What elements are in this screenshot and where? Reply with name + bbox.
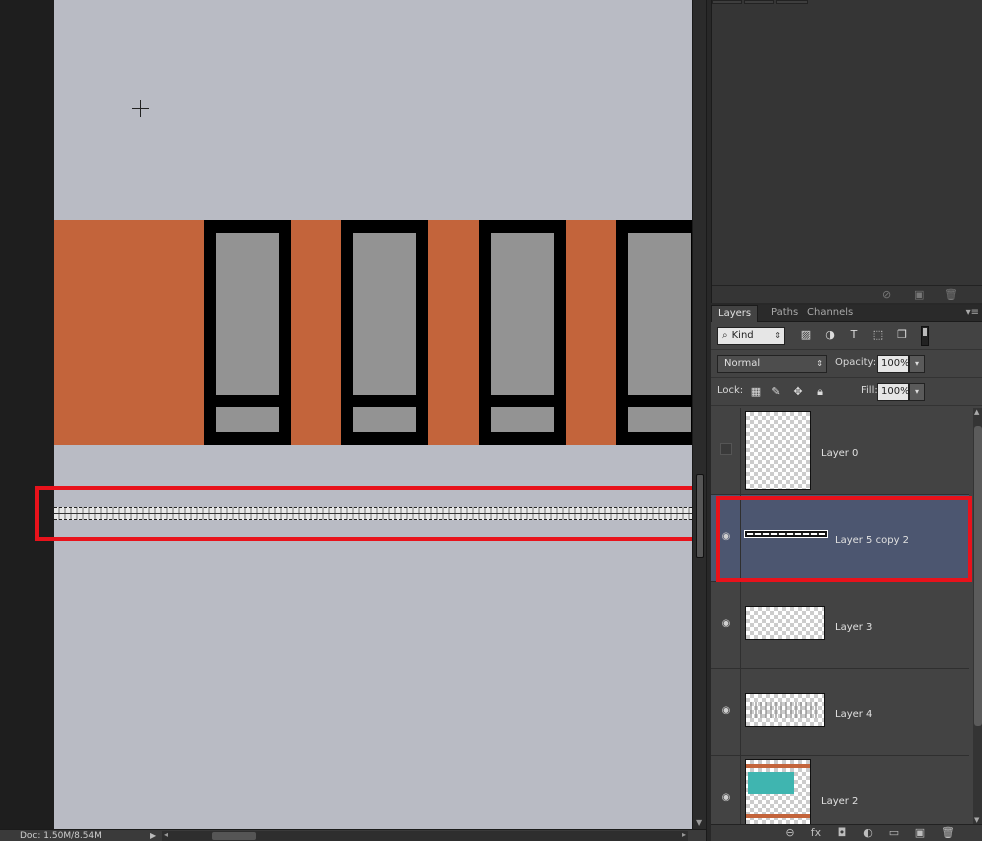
scroll-left-arrow-icon[interactable]: ◂ bbox=[164, 830, 168, 839]
status-menu-arrow-icon[interactable]: ▶ bbox=[150, 830, 156, 841]
opacity-label: Opacity: bbox=[835, 357, 877, 368]
layers-panel: ⌕ Kind ⇕ ▨ ◑ T ⬚ ❐ Normal ⇕ Opacity: 100%… bbox=[711, 322, 982, 841]
layer-thumbnail bbox=[745, 759, 811, 824]
visibility-toggle[interactable]: ◉ bbox=[711, 669, 741, 755]
adjustment-layer-icon[interactable]: ◐ bbox=[861, 826, 875, 840]
search-icon: ⌕ bbox=[722, 330, 728, 341]
chevron-updown-icon: ⇕ bbox=[774, 331, 781, 340]
filter-toggle-switch[interactable] bbox=[921, 326, 929, 346]
layer-name: Layer 3 bbox=[835, 622, 873, 633]
scroll-up-arrow-icon[interactable]: ▲ bbox=[974, 408, 979, 416]
document-canvas[interactable] bbox=[54, 0, 692, 829]
upper-panel: ⊘ ▣ 🗑 bbox=[711, 0, 982, 303]
eye-icon: ◉ bbox=[721, 705, 731, 716]
scroll-down-arrow-icon[interactable]: ▼ bbox=[696, 818, 702, 827]
window-shape bbox=[479, 220, 566, 445]
visibility-off-icon bbox=[720, 443, 732, 455]
window-shape bbox=[616, 220, 692, 445]
layer-thumbnail bbox=[744, 530, 828, 538]
new-group-icon[interactable]: ▭ bbox=[887, 826, 901, 840]
lock-position-icon[interactable]: ✥ bbox=[791, 385, 805, 399]
prohibit-icon[interactable]: ⊘ bbox=[882, 288, 891, 301]
layer-row[interactable]: Layer 0 bbox=[711, 408, 969, 495]
eye-icon: ◉ bbox=[721, 531, 731, 542]
upper-panel-footer: ⊘ ▣ 🗑 bbox=[712, 285, 982, 303]
crosshair-cursor-icon bbox=[132, 100, 149, 117]
tab-paths[interactable]: Paths bbox=[765, 305, 804, 322]
blend-mode-select[interactable]: Normal ⇕ bbox=[717, 355, 827, 373]
smart-object-filter-icon[interactable]: ❐ bbox=[895, 328, 909, 342]
panel-menu-icon[interactable]: ▾≡ bbox=[966, 305, 979, 321]
eye-icon: ◉ bbox=[721, 618, 731, 629]
canvas-gutter bbox=[0, 0, 54, 829]
lock-row: Lock: ▦ ✎ ✥ 🔒︎ Fill: 100% ▾ bbox=[711, 378, 982, 406]
layer-thumbnail bbox=[745, 693, 825, 727]
scroll-right-arrow-icon[interactable]: ▸ bbox=[682, 830, 686, 839]
link-layers-icon[interactable]: ⊖ bbox=[783, 826, 797, 840]
lock-all-icon[interactable]: 🔒︎ bbox=[813, 385, 827, 399]
fx-icon[interactable]: fx bbox=[809, 826, 823, 840]
canvas-vertical-scrollbar[interactable]: ▼ bbox=[692, 0, 706, 829]
window-shape bbox=[204, 220, 291, 445]
fill-input[interactable]: 100% bbox=[877, 383, 910, 401]
doc-size-info[interactable]: Doc: 1.50M/8.54M bbox=[20, 830, 102, 841]
window-shape bbox=[341, 220, 428, 445]
visibility-toggle[interactable]: ◉ bbox=[711, 582, 741, 668]
shape-filter-icon[interactable]: ⬚ bbox=[871, 328, 885, 342]
blend-row: Normal ⇕ Opacity: 100% ▾ bbox=[711, 350, 982, 378]
layer-row-selected[interactable]: ◉ Layer 5 copy 2 bbox=[711, 495, 969, 582]
layer-name: Layer 5 copy 2 bbox=[835, 535, 910, 546]
new-item-icon[interactable]: ▣ bbox=[914, 288, 924, 301]
delete-layer-icon[interactable]: 🗑 bbox=[941, 826, 955, 840]
scroll-down-arrow-icon[interactable]: ▼ bbox=[974, 816, 979, 824]
layer-row[interactable]: ◉ Layer 2 bbox=[711, 756, 969, 824]
fill-dropdown-icon[interactable]: ▾ bbox=[909, 383, 925, 401]
layer-thumbnail bbox=[745, 606, 825, 640]
trash-icon[interactable]: 🗑 bbox=[944, 288, 958, 301]
opacity-dropdown-icon[interactable]: ▾ bbox=[909, 355, 925, 373]
visibility-toggle[interactable]: ◉ bbox=[711, 756, 741, 824]
layer-filter-row: ⌕ Kind ⇕ ▨ ◑ T ⬚ ❐ bbox=[711, 322, 982, 350]
fill-label: Fill: bbox=[861, 385, 878, 396]
canvas-horizontal-scrollbar[interactable]: ◂ ▸ bbox=[162, 830, 688, 841]
right-panel-dock: ⊘ ▣ 🗑 Layers Paths Channels ▾≡ ⌕ Kind ⇕ ▨… bbox=[706, 0, 982, 841]
layer-list: Layer 0 ◉ Layer 5 copy 2 ◉ Layer 3 ◉ Lay… bbox=[711, 408, 969, 824]
layer-thumbnail bbox=[745, 411, 811, 490]
layers-scrollbar[interactable]: ▲ ▼ bbox=[973, 408, 982, 824]
layers-panel-tabs: Layers Paths Channels ▾≡ bbox=[711, 305, 982, 322]
visibility-toggle[interactable] bbox=[711, 408, 741, 494]
visibility-toggle[interactable]: ◉ bbox=[711, 495, 741, 581]
opacity-input[interactable]: 100% bbox=[877, 355, 910, 373]
layers-footer: ⊖ fx ◘ ◐ ▭ ▣ 🗑 bbox=[711, 824, 982, 841]
scrollbar-thumb[interactable] bbox=[974, 426, 982, 726]
add-mask-icon[interactable]: ◘ bbox=[835, 826, 849, 840]
layer-name: Layer 2 bbox=[821, 796, 859, 807]
eye-icon: ◉ bbox=[721, 792, 731, 803]
lock-label: Lock: bbox=[717, 385, 744, 396]
lock-image-icon[interactable]: ✎ bbox=[769, 385, 783, 399]
marquee-selection-strip[interactable] bbox=[54, 507, 692, 520]
filter-kind-select[interactable]: ⌕ Kind ⇕ bbox=[717, 327, 785, 345]
type-filter-icon[interactable]: T bbox=[847, 328, 861, 342]
layer-row[interactable]: ◉ Layer 4 bbox=[711, 669, 969, 756]
layer-row[interactable]: ◉ Layer 3 bbox=[711, 582, 969, 669]
scrollbar-thumb[interactable] bbox=[696, 474, 704, 558]
tab-layers[interactable]: Layers bbox=[711, 305, 759, 322]
layer-name: Layer 4 bbox=[835, 709, 873, 720]
adjustment-filter-icon[interactable]: ◑ bbox=[823, 328, 837, 342]
scrollbar-thumb[interactable] bbox=[212, 832, 256, 840]
lock-transparent-icon[interactable]: ▦ bbox=[749, 385, 763, 399]
chevron-updown-icon: ⇕ bbox=[816, 359, 823, 368]
image-filter-icon[interactable]: ▨ bbox=[799, 328, 813, 342]
new-layer-icon[interactable]: ▣ bbox=[913, 826, 927, 840]
tab-channels[interactable]: Channels bbox=[801, 305, 859, 322]
layer-name: Layer 0 bbox=[821, 448, 859, 459]
status-bar: Doc: 1.50M/8.54M ▶ ◂ ▸ bbox=[0, 829, 706, 841]
